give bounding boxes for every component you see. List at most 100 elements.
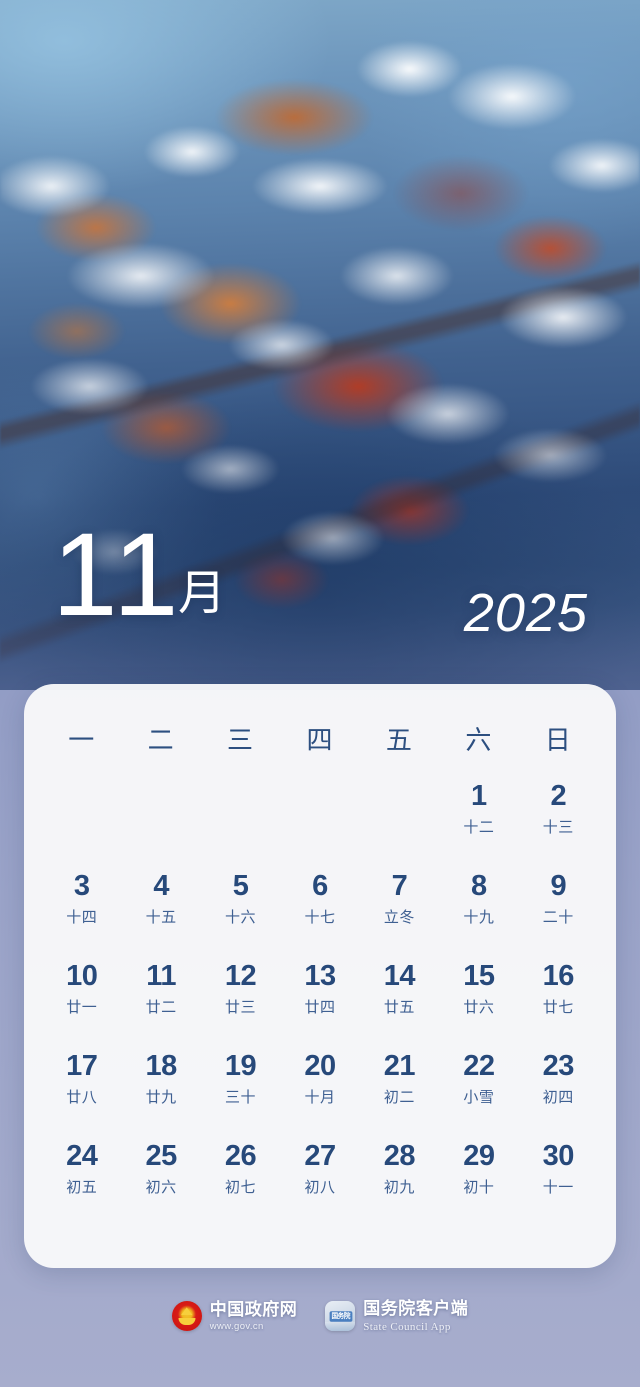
day-number: 27 — [304, 1140, 336, 1172]
lunar-label: 廿三 — [225, 999, 257, 1017]
day-cell[interactable]: 1 十二 — [439, 781, 518, 871]
lunar-label: 三十 — [225, 1089, 257, 1107]
lunar-label: 十一 — [542, 1179, 574, 1197]
lunar-label: 廿二 — [145, 999, 177, 1017]
day-number: 18 — [145, 1050, 178, 1082]
lunar-label: 十三 — [542, 819, 574, 837]
day-number: 14 — [383, 960, 416, 992]
day-cell[interactable]: 9 二十 — [519, 871, 598, 961]
lunar-label: 初六 — [145, 1179, 177, 1197]
day-cell[interactable]: 7 立冬 — [360, 871, 439, 961]
day-cell-empty — [360, 781, 439, 871]
day-number: 13 — [304, 960, 336, 992]
weekday-6: 六 — [465, 725, 493, 755]
lunar-label: 廿六 — [463, 999, 495, 1017]
brand-name: 国务院客户端 — [363, 1299, 469, 1318]
day-cell[interactable]: 17 廿八 — [42, 1051, 121, 1141]
day-number: 20 — [304, 1050, 336, 1082]
day-number: 22 — [463, 1050, 495, 1082]
day-cell[interactable]: 21 初二 — [360, 1051, 439, 1141]
month-character: 月 — [178, 567, 227, 620]
lunar-label: 初九 — [383, 1179, 415, 1197]
day-cell[interactable]: 3 十四 — [42, 871, 121, 961]
lunar-label: 初五 — [66, 1179, 98, 1197]
day-cell[interactable]: 8 十九 — [439, 871, 518, 961]
day-cell[interactable]: 22 小雪 — [439, 1051, 518, 1141]
day-number: 26 — [224, 1140, 257, 1172]
day-cell[interactable]: 19 三十 — [201, 1051, 280, 1141]
lunar-label: 二十 — [542, 909, 574, 927]
brand-subtitle: www.gov.cn — [209, 1320, 264, 1332]
brand-1[interactable]: 中国政府网 www.gov.cn — [171, 1299, 298, 1332]
day-cell[interactable]: 6 十七 — [280, 871, 359, 961]
day-cell[interactable]: 24 初五 — [42, 1141, 121, 1231]
lunar-label: 十九 — [463, 909, 495, 927]
day-cell-empty — [201, 781, 280, 871]
day-cell[interactable]: 10 廿一 — [42, 961, 121, 1051]
day-cell[interactable]: 30 十一 — [519, 1141, 598, 1231]
day-number: 11 — [146, 960, 176, 992]
day-number: 16 — [542, 960, 575, 992]
lunar-label: 立冬 — [383, 909, 415, 927]
day-cell[interactable]: 27 初八 — [280, 1141, 359, 1231]
lunar-label: 初八 — [304, 1179, 336, 1197]
day-cell[interactable]: 25 初六 — [121, 1141, 200, 1231]
day-cell[interactable]: 20 十月 — [280, 1051, 359, 1141]
lunar-label: 十二 — [463, 819, 495, 837]
day-cell[interactable]: 14 廿五 — [360, 961, 439, 1051]
month-number: 11 — [52, 509, 183, 641]
brand-text: 中国政府网 www.gov.cn — [209, 1299, 298, 1332]
day-cell[interactable]: 2 十三 — [519, 781, 598, 871]
brand-2[interactable]: 国务院 国务院客户端 State Council App — [325, 1299, 469, 1333]
weekday-7: 日 — [544, 725, 572, 755]
year-label: 2025 — [463, 583, 588, 643]
day-cell[interactable]: 5 十六 — [201, 871, 280, 961]
national-emblem-icon — [171, 1301, 202, 1332]
day-cell[interactable]: 13 廿四 — [280, 961, 359, 1051]
lunar-label: 十五 — [145, 909, 177, 927]
day-cell[interactable]: 12 廿三 — [201, 961, 280, 1051]
day-number: 1 — [471, 780, 487, 812]
day-number: 24 — [66, 1140, 98, 1172]
lunar-label: 十四 — [66, 909, 98, 927]
day-number: 5 — [232, 870, 249, 902]
day-number: 25 — [145, 1140, 178, 1172]
lunar-label: 十七 — [304, 909, 336, 927]
day-number: 30 — [542, 1140, 575, 1172]
day-cell[interactable]: 4 十五 — [121, 871, 200, 961]
day-number: 2 — [550, 780, 567, 812]
weekday-5: 五 — [385, 725, 413, 755]
lunar-label: 廿四 — [304, 999, 336, 1017]
footer-brands: 中国政府网 www.gov.cn 国务院 国务院客户端 State Council Ap… — [0, 1299, 640, 1333]
day-cell[interactable]: 11 廿二 — [121, 961, 200, 1051]
day-cell-empty — [121, 781, 200, 871]
calendar-card: 一二三四五六日 1 十二 2 十三 3 十四 4 十五 5 十六 6 十七 7 立冬 8 十九 9 二十 10 廿一 1… — [24, 684, 616, 1268]
lunar-label: 十月 — [304, 1089, 336, 1107]
lunar-label: 初二 — [383, 1089, 415, 1107]
day-cell[interactable]: 28 初九 — [360, 1141, 439, 1231]
day-cell-empty — [42, 781, 121, 871]
weekday-header-row: 一二三四五六日 — [42, 684, 598, 757]
day-number: 4 — [153, 870, 169, 902]
day-cell[interactable]: 16 廿七 — [519, 961, 598, 1051]
day-number: 21 — [383, 1050, 416, 1082]
day-number: 28 — [383, 1140, 416, 1172]
day-cell[interactable]: 23 初四 — [519, 1051, 598, 1141]
weekday-3: 三 — [227, 725, 255, 755]
brand-name: 中国政府网 — [209, 1299, 298, 1319]
day-number: 8 — [471, 870, 487, 902]
day-cell[interactable]: 15 廿六 — [439, 961, 518, 1051]
day-number: 9 — [550, 870, 567, 902]
day-number: 17 — [66, 1050, 98, 1082]
day-number: 3 — [73, 870, 90, 902]
day-number: 6 — [312, 870, 328, 902]
lunar-label: 初四 — [542, 1089, 574, 1107]
brand-text: 国务院客户端 State Council App — [363, 1299, 469, 1333]
lunar-label: 廿九 — [145, 1089, 177, 1107]
lunar-label: 初十 — [463, 1179, 495, 1197]
lunar-label: 廿五 — [383, 999, 415, 1017]
day-cell[interactable]: 26 初七 — [201, 1141, 280, 1231]
day-cell[interactable]: 18 廿九 — [121, 1051, 200, 1141]
day-cell[interactable]: 29 初十 — [439, 1141, 518, 1231]
day-cell-empty — [280, 781, 359, 871]
